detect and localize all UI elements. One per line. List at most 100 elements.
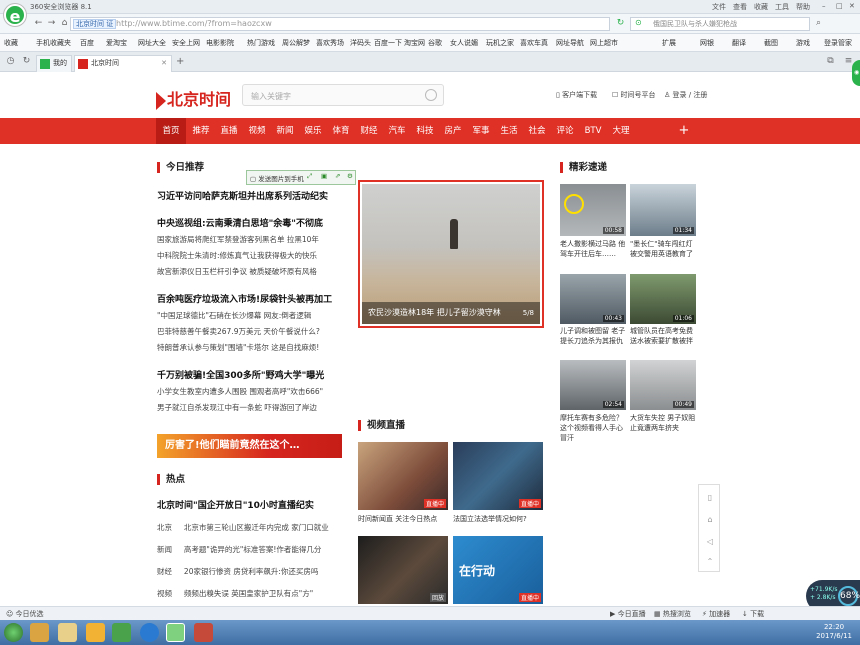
hot-headline-link[interactable]: 北京时间"国企开放日"10小时直播纪实 — [157, 498, 314, 511]
subline-link[interactable]: "中国足球德比"石硝在长沙爆幕 网友:倒者逻辑 — [157, 310, 311, 321]
bookmark-item[interactable]: 周公解梦 — [282, 38, 310, 48]
video-caption[interactable]: 老人撒影横过马路 他驾车开往后车…… — [560, 239, 628, 259]
tab-close-icon[interactable]: ✕ — [161, 56, 167, 71]
settings-icon[interactable]: ⚙ — [347, 172, 353, 180]
nav-home[interactable]: 首页 — [156, 118, 186, 144]
tab-my-home[interactable]: 我的首页 — [36, 55, 72, 82]
url-text[interactable]: http://www.btime.com/?from=haozcxw — [116, 19, 272, 28]
nav-society[interactable]: 社会 — [523, 118, 551, 144]
site-verified-badge[interactable]: 北京时间 证 — [73, 19, 117, 29]
promo-banner[interactable]: 厉害了!他们瞄前竟然在这个… — [157, 434, 342, 458]
video-thumb[interactable]: 00:43 — [560, 274, 626, 324]
menu-view[interactable]: 查看 — [733, 2, 747, 12]
maximize-icon[interactable]: □ — [836, 2, 843, 10]
video-thumb[interactable]: 01:34 — [630, 184, 696, 236]
nav-more-button[interactable]: + — [672, 118, 696, 144]
status-hot[interactable]: ▦ 热搜浏览 — [654, 609, 691, 619]
taskbar-app-icon[interactable] — [30, 623, 49, 642]
save-icon[interactable]: ▣ — [321, 172, 327, 180]
nav-life[interactable]: 生活 — [495, 118, 523, 144]
nav-military[interactable]: 军事 — [467, 118, 495, 144]
bookmark-item[interactable]: 喜欢秀场 — [316, 38, 344, 48]
nav-btv[interactable]: BTV — [579, 118, 607, 144]
menu-tools[interactable]: 工具 — [775, 2, 789, 12]
nav-recommend[interactable]: 推荐 — [187, 118, 215, 144]
hot-row[interactable]: 北京 北京市第三轮山区搬迁年内完成 家门口就业 — [157, 522, 329, 533]
live-thumb[interactable]: 直播中 — [358, 442, 448, 510]
hot-row[interactable]: 视频 频频出糗失误 英国皇家护卫队有点"方" — [157, 588, 313, 599]
live-thumb[interactable]: 直播中 — [453, 442, 543, 510]
video-caption[interactable]: 儿子调和被图留 老子提长刀追杀为其报仇 — [560, 326, 628, 346]
folder-icon[interactable] — [58, 623, 77, 642]
back-icon[interactable]: ← — [32, 17, 45, 30]
headline-link[interactable]: 中央巡视组:云南秉清白思培"余毒"不彻底 — [157, 216, 323, 229]
login-manager-button[interactable]: 登录管家 — [824, 38, 852, 48]
taskbar-app-icon[interactable] — [112, 623, 131, 642]
mobile-icon[interactable]: ▯ — [705, 493, 715, 503]
client-download-link[interactable]: ▯ 客户端下载 — [556, 90, 597, 100]
bookmark-item[interactable]: 谷歌 — [428, 38, 442, 48]
tab-history-icon[interactable]: ◷ — [4, 55, 17, 68]
nav-dali[interactable]: 大理 — [607, 118, 635, 144]
close-icon[interactable]: ✕ — [849, 2, 855, 10]
menu-help[interactable]: 帮助 — [796, 2, 810, 12]
minimize-icon[interactable]: – — [822, 2, 826, 10]
system-clock[interactable]: 22:20 2017/6/11 — [816, 623, 852, 641]
nav-finance[interactable]: 财经 — [355, 118, 383, 144]
nav-auto[interactable]: 汽车 — [383, 118, 411, 144]
subline-link[interactable]: 中科院院士朱清时:修炼真气让我获得极大的快乐 — [157, 250, 317, 261]
screenshot-button[interactable]: 截图 — [764, 38, 778, 48]
status-live[interactable]: ▶ 今日直播 — [610, 609, 646, 619]
nav-live[interactable]: 直播 — [215, 118, 243, 144]
share-icon[interactable]: ⇗ — [335, 172, 340, 180]
bookmark-item[interactable]: 电影影院 — [206, 38, 234, 48]
bookmark-item[interactable]: 玩机之家 — [486, 38, 514, 48]
bookmark-item[interactable]: 热门游戏 — [247, 38, 275, 48]
restore-tab-icon[interactable]: ⧉ — [824, 55, 837, 68]
nav-video[interactable]: 视频 — [243, 118, 271, 144]
taskbar-app-icon[interactable] — [194, 623, 213, 642]
live-thumb[interactable]: 在行动 直播中 — [453, 536, 543, 604]
bookmark-item[interactable]: 喜欢车真 — [520, 38, 548, 48]
time-platform-link[interactable]: ☐ 时间号平台 — [612, 90, 656, 100]
translate-button[interactable]: 翻译 — [732, 38, 746, 48]
search-icon[interactable] — [425, 89, 437, 101]
subline-link[interactable]: 巴菲特慈善午餐卖267.9万美元 天价午餐说什么? — [157, 326, 320, 337]
headline-link[interactable]: 千万别被骗!全国300多所"野鸡大学"曝光 — [157, 368, 324, 381]
tab-refresh-icon[interactable]: ↻ — [20, 55, 33, 68]
nav-comment[interactable]: 评论 — [551, 118, 579, 144]
hot-row[interactable]: 新闻 高考题"诡异的光"标准答案!作者能得几分 — [157, 544, 321, 555]
video-thumb[interactable]: 02:54 — [560, 360, 626, 410]
status-accelerator[interactable]: ⚡ 加速器 — [702, 609, 730, 619]
bookmark-item[interactable]: 网址大全 — [138, 38, 166, 48]
browser-360-taskbar-icon[interactable] — [166, 623, 185, 642]
headline-link[interactable]: 习近平访问哈萨克斯坦并出席系列活动纪实 — [157, 189, 328, 202]
video-caption[interactable]: 摩托车赛有多危险？这个视频看得人手心冒汗 — [560, 413, 628, 443]
back-to-top-icon[interactable]: ⌃ — [705, 557, 715, 567]
menu-file[interactable]: 文件 — [712, 2, 726, 12]
nav-tech[interactable]: 科技 — [411, 118, 439, 144]
nav-sports[interactable]: 体育 — [327, 118, 355, 144]
status-preferred[interactable]: ☺ 今日优选 — [6, 609, 44, 619]
video-caption[interactable]: 大货车失控 男子奴阻止竟遭两车挤夹 — [630, 413, 698, 433]
nav-realestate[interactable]: 房产 — [439, 118, 467, 144]
subline-link[interactable]: 国家旅游局将爬红军禁登游客列黑名单 拉黑10年 — [157, 234, 319, 245]
hero-caption[interactable]: 农民沙漠造林18年 把儿子留沙漠守林 5/8 — [362, 302, 540, 324]
search-icon[interactable]: ⌕ — [812, 17, 825, 30]
login-register-link[interactable]: ♙ 登录 / 注册 — [664, 90, 707, 100]
refresh-icon[interactable]: ↻ — [614, 17, 627, 30]
video-caption[interactable]: "墨长仁"骑车闯红灯被交警用英语教育了 — [630, 239, 698, 259]
tab-btime[interactable]: 北京时间 ✕ — [74, 55, 172, 72]
side-helper-icon[interactable]: ◉ — [852, 60, 860, 86]
bookmark-item[interactable]: 网上超市 — [590, 38, 618, 48]
status-download[interactable]: ↓ 下载 — [742, 609, 764, 619]
live-thumb[interactable]: 回放 — [358, 536, 448, 604]
subline-link[interactable]: 故宫新添仪日玉栏杆引争议 被质疑破坏原有风格 — [157, 266, 317, 277]
bookmark-item[interactable]: 手机收藏夹 — [36, 38, 71, 48]
forward-icon[interactable]: → — [45, 17, 58, 30]
extensions-button[interactable]: 扩展 — [662, 38, 676, 48]
subline-link[interactable]: 特朗普承认参与策划"围墙"卡塔尔 这是自找麻烦! — [157, 342, 319, 353]
headline-link[interactable]: 百余吨医疗垃圾流入市场!尿袋针头被再加工 — [157, 292, 332, 305]
bookmark-item[interactable]: 百度一下 — [374, 38, 402, 48]
video-thumb[interactable]: 01:06 — [630, 274, 696, 324]
